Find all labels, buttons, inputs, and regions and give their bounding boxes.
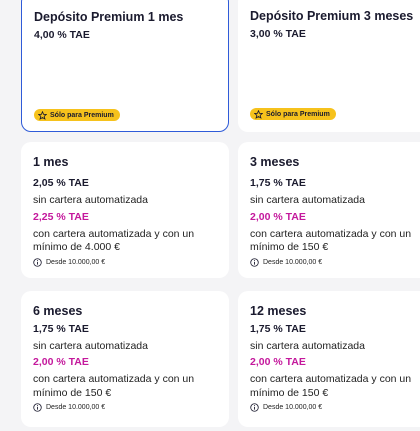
premium-only-badge: Sólo para Premium — [250, 108, 336, 120]
card-rate: 3,00 % TAE — [250, 28, 306, 40]
min-amount-label: Desde 10.000,00 € — [46, 259, 106, 266]
boost-description-line-2: mínimo de 150 € — [250, 241, 329, 253]
premium-deposit-card-1m[interactable]: Depósito Premium 1 mes 4,00 % TAE Sólo p… — [21, 0, 229, 132]
min-amount-label: Desde 10.000,00 € — [263, 404, 323, 411]
deposit-card-1-mes[interactable]: 1 mes 2,05 % TAE sin cartera automatizad… — [21, 142, 229, 278]
rate-description: sin cartera automatizada — [33, 194, 148, 206]
deposit-card-6-meses[interactable]: 6 meses 1,75 % TAE sin cartera automatiz… — [21, 291, 229, 427]
info-icon — [250, 403, 259, 412]
min-amount: Desde 10.000,00 € — [33, 403, 105, 412]
min-amount: Desde 10.000,00 € — [250, 258, 322, 267]
min-amount: Desde 10.000,00 € — [33, 258, 105, 267]
card-title: Depósito Premium 3 meses — [250, 9, 414, 23]
info-icon — [33, 258, 42, 267]
info-icon — [250, 258, 259, 267]
card-title: 6 meses — [33, 304, 83, 318]
card-rate: 1,75 % TAE — [33, 323, 89, 335]
info-icon — [33, 403, 42, 412]
card-rate: 1,75 % TAE — [250, 323, 306, 335]
badge-label: Sólo para Premium — [266, 110, 330, 118]
rate-description: sin cartera automatizada — [250, 340, 365, 352]
min-amount-label: Desde 10.000,00 € — [263, 259, 323, 266]
card-rate: 4,00 % TAE — [34, 29, 90, 41]
boost-description-line-2: mínimo de 4.000 € — [33, 241, 120, 253]
boost-rate: 2,00 % TAE — [250, 211, 306, 223]
card-title: 3 meses — [250, 155, 300, 169]
card-rate: 2,05 % TAE — [33, 177, 89, 189]
rate-description: sin cartera automatizada — [33, 340, 148, 352]
boost-rate: 2,00 % TAE — [250, 356, 306, 368]
badge-label: Sólo para Premium — [50, 111, 114, 119]
card-title: Depósito Premium 1 mes — [34, 10, 184, 24]
card-title: 1 mes — [33, 155, 69, 169]
premium-only-badge: Sólo para Premium — [34, 109, 120, 121]
boost-rate: 2,25 % TAE — [33, 211, 89, 223]
boost-description-line-1: con cartera automatizada y con un — [33, 373, 195, 385]
boost-description-line-1: con cartera automatizada y con un — [250, 373, 412, 385]
boost-description-line-2: mínimo de 150 € — [33, 387, 112, 399]
boost-description-line-2: mínimo de 150 € — [250, 387, 329, 399]
min-amount-label: Desde 10.000,00 € — [46, 404, 106, 411]
boost-description-line-1: con cartera automatizada y con un — [250, 228, 412, 240]
deposit-card-12-meses[interactable]: 12 meses 1,75 % TAE sin cartera automati… — [238, 291, 420, 427]
boost-description-line-1: con cartera automatizada y con un — [33, 228, 195, 240]
card-title: 12 meses — [250, 304, 307, 318]
star-icon — [254, 109, 263, 119]
premium-deposit-card-3m[interactable]: Depósito Premium 3 meses 3,00 % TAE Sólo… — [238, 0, 420, 132]
rate-description: sin cartera automatizada — [250, 194, 365, 206]
boost-rate: 2,00 % TAE — [33, 356, 89, 368]
card-rate: 1,75 % TAE — [250, 177, 306, 189]
star-icon — [38, 110, 47, 120]
deposit-card-3-meses[interactable]: 3 meses 1,75 % TAE sin cartera automatiz… — [238, 142, 420, 278]
min-amount: Desde 10.000,00 € — [250, 403, 322, 412]
